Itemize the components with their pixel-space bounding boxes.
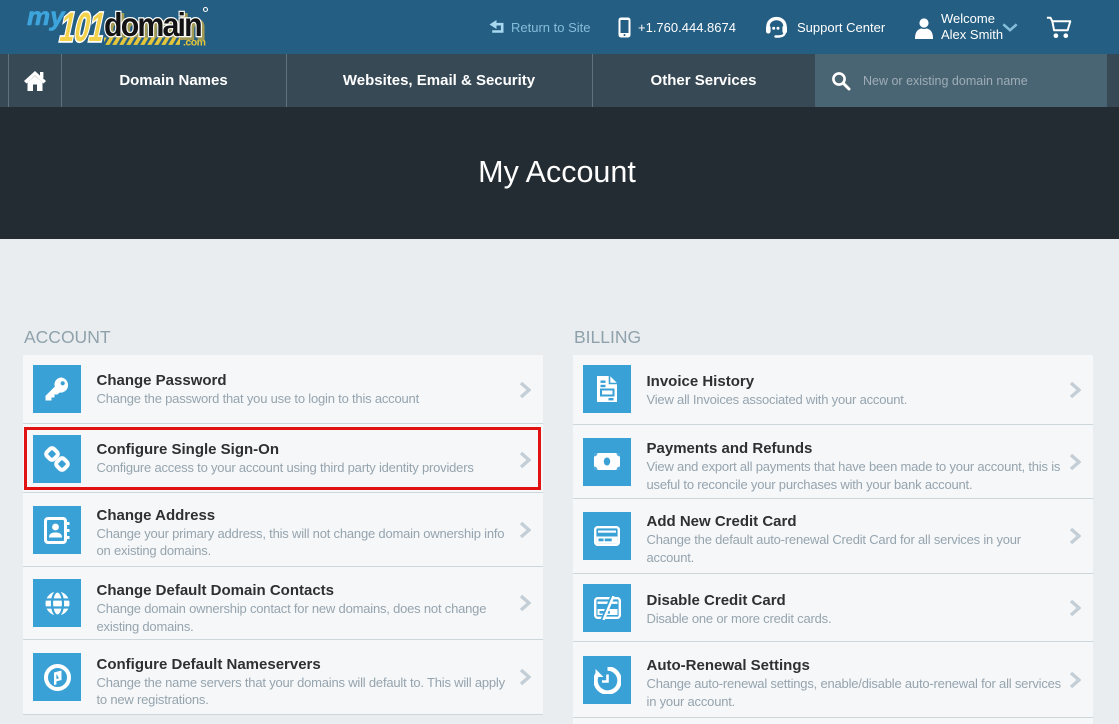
svg-text:101: 101 — [56, 5, 109, 50]
svg-text:.com: .com — [183, 37, 206, 49]
svg-text:my: my — [27, 2, 66, 31]
